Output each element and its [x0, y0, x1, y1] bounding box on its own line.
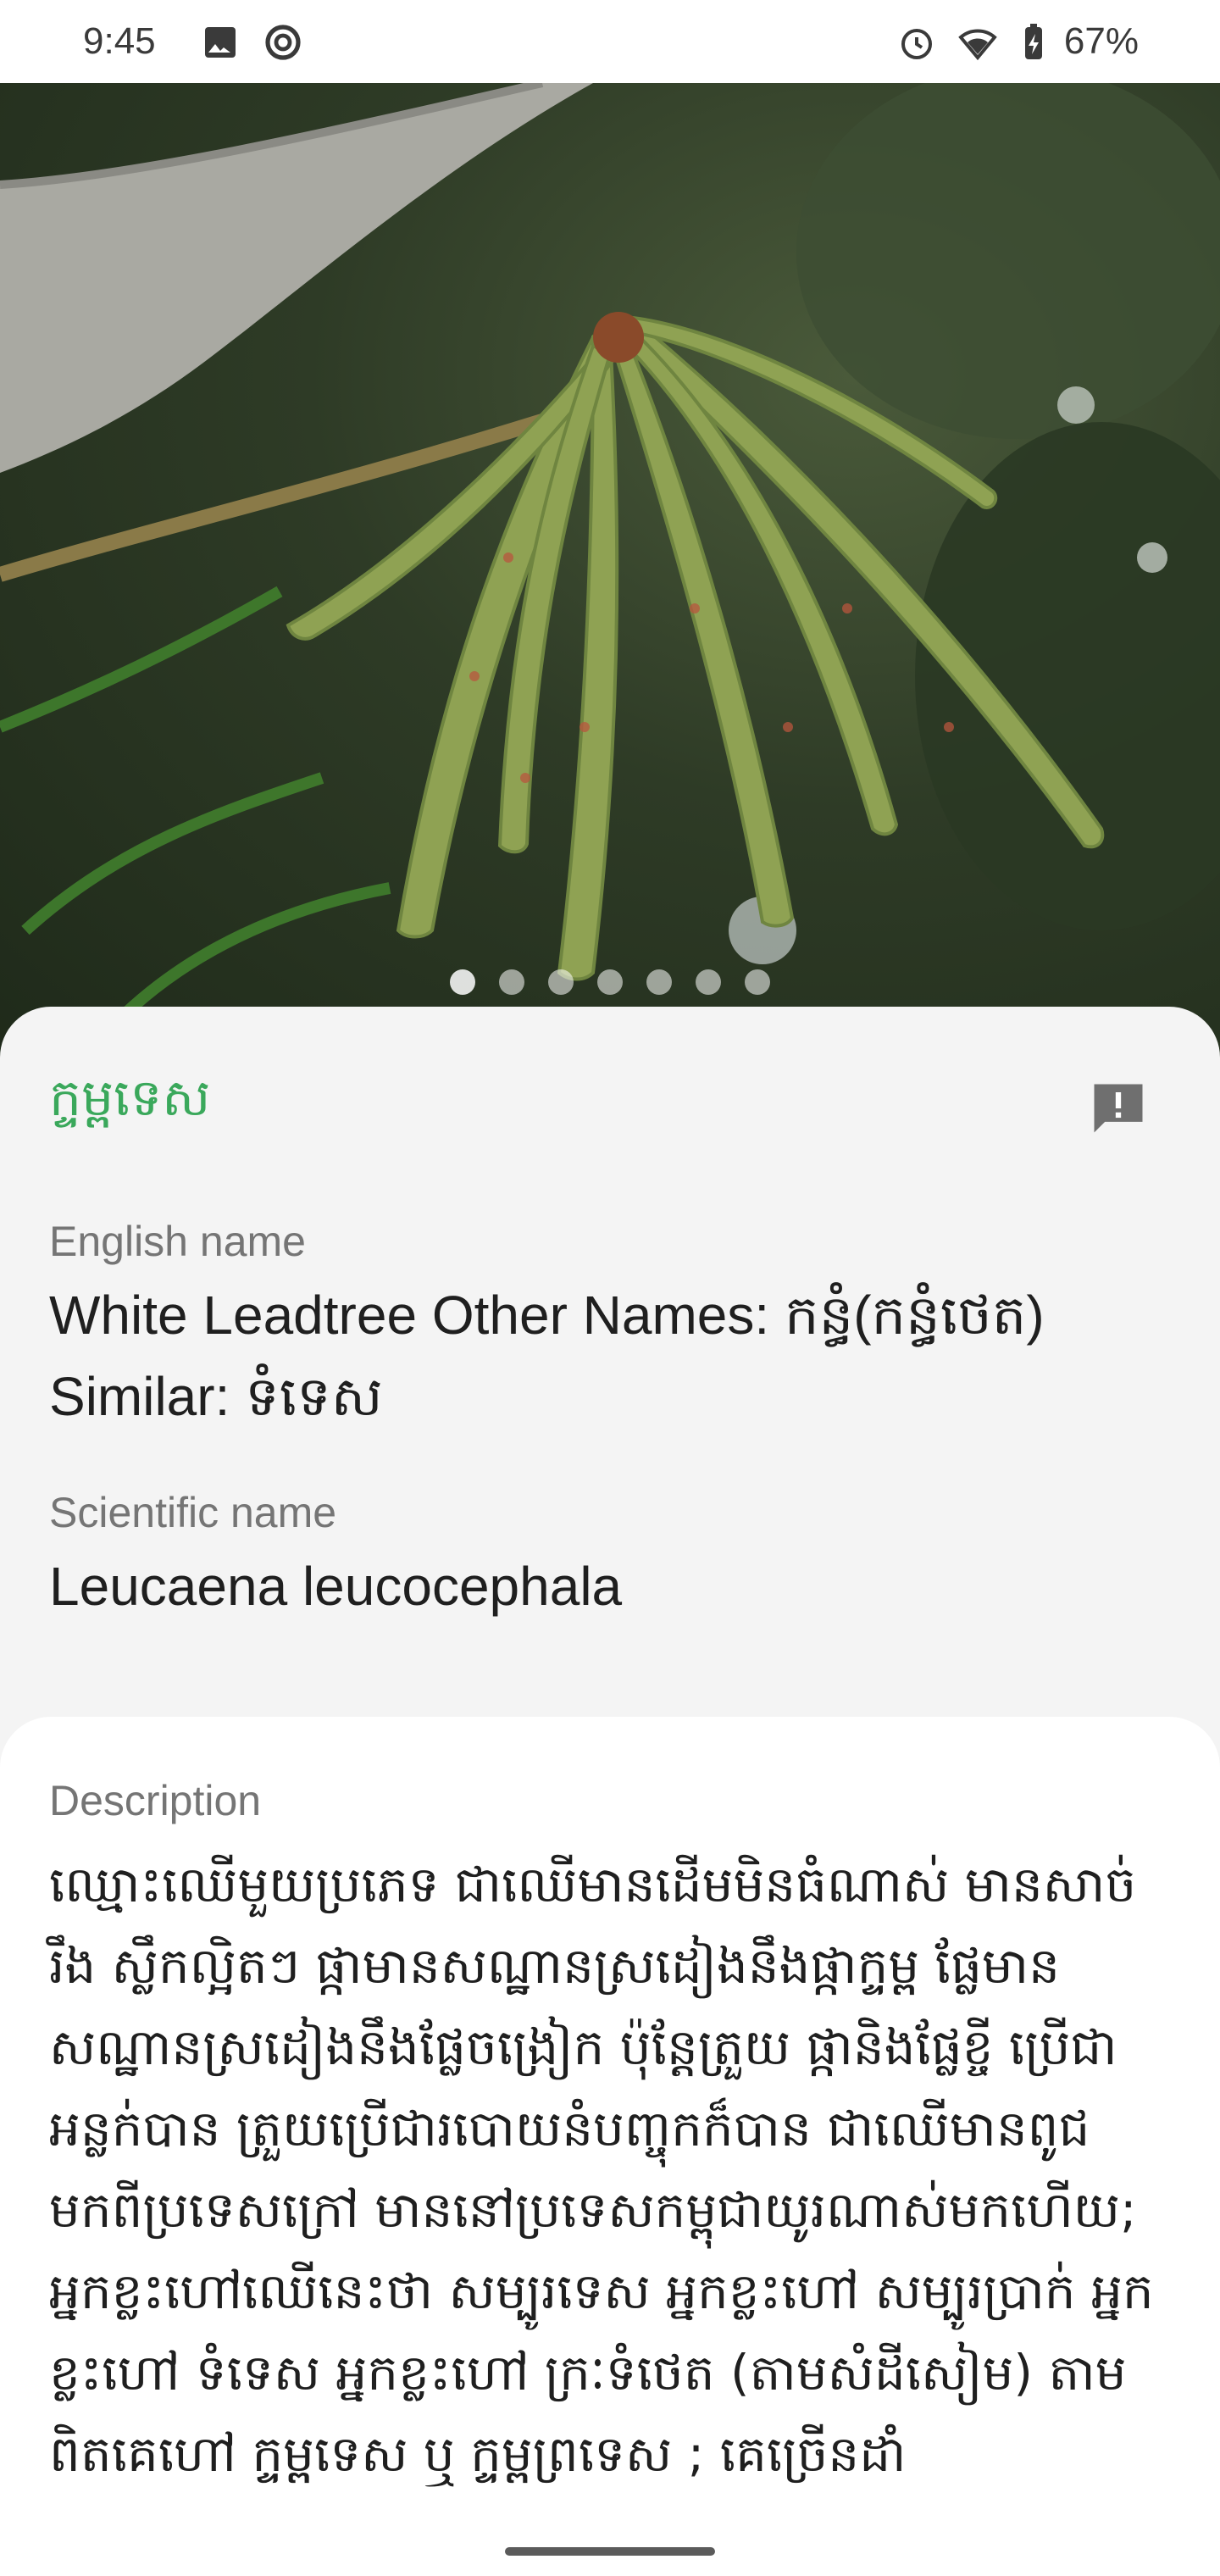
sync-icon	[265, 25, 301, 60]
battery-icon	[1025, 24, 1042, 59]
carousel-dot[interactable]	[696, 969, 721, 995]
carousel-dot[interactable]	[499, 969, 524, 995]
wifi-icon	[958, 29, 997, 61]
scientific-name-label: Scientific name	[49, 1489, 337, 1536]
description-text: ឈ្មោះឈើមួយប្រភេទ ជាឈើមានដើមមិនធំណាស់ មាន…	[49, 1856, 1154, 2483]
status-bar: 9:45 67%	[0, 0, 1220, 83]
carousel-dot[interactable]	[745, 969, 770, 995]
plant-photo	[0, 83, 1220, 1058]
english-name-label: English name	[49, 1218, 306, 1265]
scientific-name-value: Leucaena leucocephala	[49, 1556, 623, 1617]
description-card: Description ឈ្មោះឈើមួយប្រភេទ ជាឈើមានដើមម…	[0, 1717, 1220, 2576]
description-label: Description	[49, 1777, 262, 1824]
carousel-indicator	[0, 969, 1220, 1003]
other-names-value: កន្ធំ(កន្ធំថេត)	[769, 1285, 1045, 1346]
similar-label: Similar:	[49, 1366, 230, 1427]
plant-photo-carousel[interactable]	[0, 83, 1220, 1058]
carousel-dot[interactable]	[597, 969, 623, 995]
plant-khmer-name: ក្ទម្ពទេស	[49, 1069, 211, 1128]
other-names-label: White Leadtree Other Names:	[49, 1285, 770, 1346]
image-icon	[205, 27, 236, 58]
battery-percentage: 67%	[1063, 20, 1139, 62]
carousel-dot[interactable]	[646, 969, 672, 995]
home-indicator[interactable]	[505, 2547, 715, 2556]
plant-info-card: ក្ទម្ពទេស English name White Leadtree Ot…	[0, 1007, 1220, 1803]
carousel-dot[interactable]	[548, 969, 574, 995]
alarm-icon	[901, 29, 932, 59]
similar-value: ទំទេស	[230, 1366, 383, 1427]
status-time: 9:45	[83, 20, 156, 62]
carousel-dot[interactable]	[450, 969, 475, 995]
english-name-value: White Leadtree Other Names: កន្ធំ(កន្ធំថ…	[49, 1274, 1176, 1437]
report-icon[interactable]	[1086, 1076, 1151, 1141]
